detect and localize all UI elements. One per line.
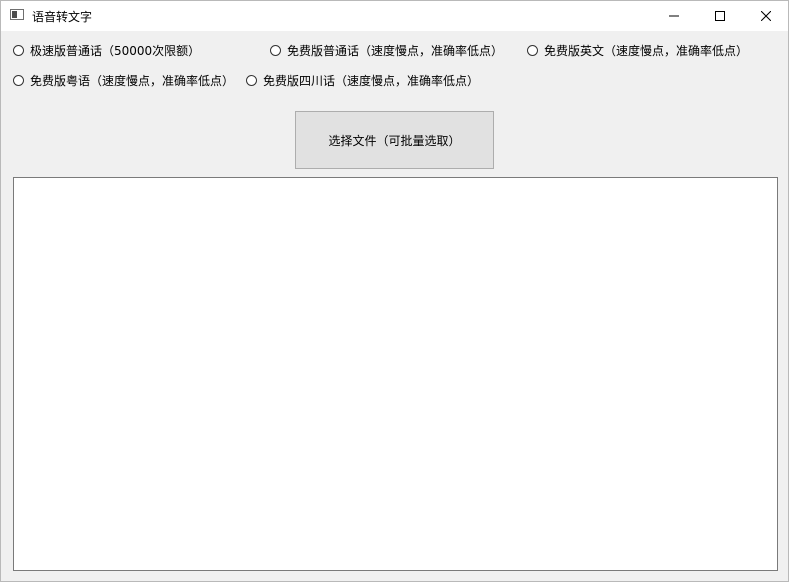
minimize-icon <box>669 15 679 17</box>
output-textarea[interactable] <box>13 177 778 571</box>
radio-option-free-cantonese[interactable]: 免费版粤语（速度慢点，准确率低点） <box>13 71 234 89</box>
radio-icon[interactable] <box>13 44 24 56</box>
radio-icon[interactable] <box>246 74 257 86</box>
radio-icon[interactable] <box>270 44 281 56</box>
radio-icon[interactable] <box>527 44 538 56</box>
select-file-button[interactable]: 选择文件（可批量选取） <box>295 111 494 169</box>
app-window: 语音转文字 极速版普通话（50000次限额） 免费版普通话（速度慢点，准确率低点… <box>0 0 789 582</box>
radio-option-free-english[interactable]: 免费版英文（速度慢点，准确率低点） <box>527 41 748 59</box>
radio-label: 免费版英文（速度慢点，准确率低点） <box>544 43 749 58</box>
close-icon <box>761 11 771 21</box>
radio-label: 免费版普通话（速度慢点，准确率低点） <box>287 43 504 58</box>
radio-label: 免费版四川话（速度慢点，准确率低点） <box>263 73 480 88</box>
close-button[interactable] <box>743 1 789 31</box>
maximize-icon <box>715 11 725 21</box>
radio-label: 极速版普通话（50000次限额） <box>30 43 201 58</box>
radio-option-turbo-mandarin[interactable]: 极速版普通话（50000次限额） <box>13 41 200 59</box>
app-window-icon <box>10 9 24 20</box>
title-bar[interactable]: 语音转文字 <box>1 1 788 31</box>
radio-option-free-mandarin[interactable]: 免费版普通话（速度慢点，准确率低点） <box>270 41 503 59</box>
minimize-button[interactable] <box>651 1 697 31</box>
radio-icon[interactable] <box>13 74 24 86</box>
window-title: 语音转文字 <box>32 10 93 24</box>
maximize-button[interactable] <box>697 1 743 31</box>
radio-label: 免费版粤语（速度慢点，准确率低点） <box>30 73 235 88</box>
radio-option-free-sichuanese[interactable]: 免费版四川话（速度慢点，准确率低点） <box>246 71 479 89</box>
